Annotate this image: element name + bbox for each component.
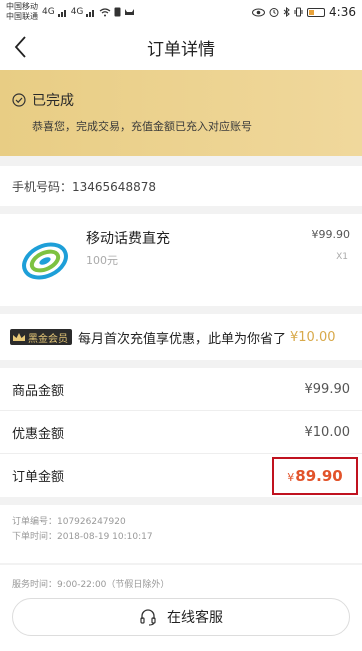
status-bar: 中国移动 中国联通 4G 4G 4:36 <box>0 0 362 24</box>
headset-icon <box>140 609 156 626</box>
order-total-amount: 89.90 <box>295 466 343 485</box>
carrier-info: 中国移动 中国联通 <box>6 2 38 22</box>
crown-icon <box>13 332 25 341</box>
signal-icon <box>57 9 66 17</box>
cat-icon <box>125 9 135 15</box>
member-discount-text: 每月首次充值享优惠，此单为你省了 <box>78 331 287 347</box>
status-bar-right: 4:36 <box>252 5 356 19</box>
member-discount-row: 黑金会员 每月首次充值享优惠，此单为你省了 ¥10.00 <box>0 314 362 360</box>
sim-icon <box>114 7 121 17</box>
amount-summary: 商品金额 ¥99.90 优惠金额 ¥10.00 订单金额 ¥89.90 <box>0 368 362 497</box>
phone-number: 手机号码：13465648878 <box>0 166 362 206</box>
status-bar-left: 中国移动 中国联通 4G 4G <box>6 2 135 22</box>
footer: 服务时间：9:00-22:00（节假日除外） 在线客服 <box>0 565 362 651</box>
check-circle-icon <box>12 93 26 107</box>
order-meta: 订单编号：107926247920 下单时间：2018-08-19 10:10:… <box>0 505 362 563</box>
battery-icon <box>307 7 326 17</box>
china-mobile-logo-icon <box>22 242 68 280</box>
order-status-message: 恭喜您，完成交易，充值金额已充入对应账号 <box>32 120 252 133</box>
wifi-icon <box>100 7 111 16</box>
carrier-primary: 中国移动 <box>6 2 38 11</box>
signal-icons: 4G 4G <box>42 7 135 17</box>
signal-icon <box>86 9 95 17</box>
goods-amount-row: 商品金额 ¥99.90 <box>0 368 362 411</box>
goods-amount-value: ¥99.90 <box>304 381 351 397</box>
network-type-1: 4G <box>42 7 55 17</box>
order-total-label: 订单金额 <box>12 470 65 485</box>
page-title: 订单详情 <box>147 39 215 60</box>
clock: 4:36 <box>329 5 356 19</box>
product-name: 移动话费直充 <box>86 231 170 247</box>
order-total-row: 订单金额 ¥89.90 <box>0 454 362 497</box>
bluetooth-icon <box>283 7 290 17</box>
goods-amount-label: 商品金额 <box>12 383 65 399</box>
order-number: 订单编号：107926247920 <box>12 517 126 527</box>
nav-bar: 订单详情 <box>0 24 362 70</box>
discount-amount-row: 优惠金额 ¥10.00 <box>0 411 362 454</box>
discount-amount-value: ¥10.00 <box>304 424 351 440</box>
member-badge: 黑金会员 <box>10 329 72 345</box>
product-quantity: X1 <box>336 252 348 262</box>
network-type-2: 4G <box>70 7 84 17</box>
order-status-label: 已完成 <box>32 93 74 109</box>
online-support-label: 在线客服 <box>167 610 223 626</box>
discount-amount-label: 优惠金额 <box>12 426 65 442</box>
eye-icon <box>252 8 266 16</box>
order-total-value: ¥89.90 <box>287 467 342 485</box>
order-time: 下单时间：2018-08-19 10:10:17 <box>12 532 153 542</box>
service-hours: 服务时间：9:00-22:00（节假日除外） <box>12 580 170 590</box>
product-card: 移动话费直充 100元 ¥99.90 X1 <box>0 214 362 306</box>
product-price: ¥99.90 <box>311 228 351 241</box>
order-status-banner: 已完成 恭喜您，完成交易，充值金额已充入对应账号 <box>0 70 362 156</box>
currency-symbol: ¥ <box>287 470 295 484</box>
alarm-icon <box>269 8 279 17</box>
carrier-secondary: 中国联通 <box>6 12 38 21</box>
order-status: 已完成 <box>12 90 350 110</box>
online-support-button[interactable]: 在线客服 <box>12 598 350 636</box>
product-face-value: 100元 <box>86 254 118 267</box>
order-total-highlight: ¥89.90 <box>272 456 358 495</box>
member-badge-label: 黑金会员 <box>28 333 68 345</box>
member-saved-amount: ¥10.00 <box>290 329 336 345</box>
back-arrow-icon[interactable] <box>10 34 34 60</box>
vibrate-icon <box>294 7 303 17</box>
